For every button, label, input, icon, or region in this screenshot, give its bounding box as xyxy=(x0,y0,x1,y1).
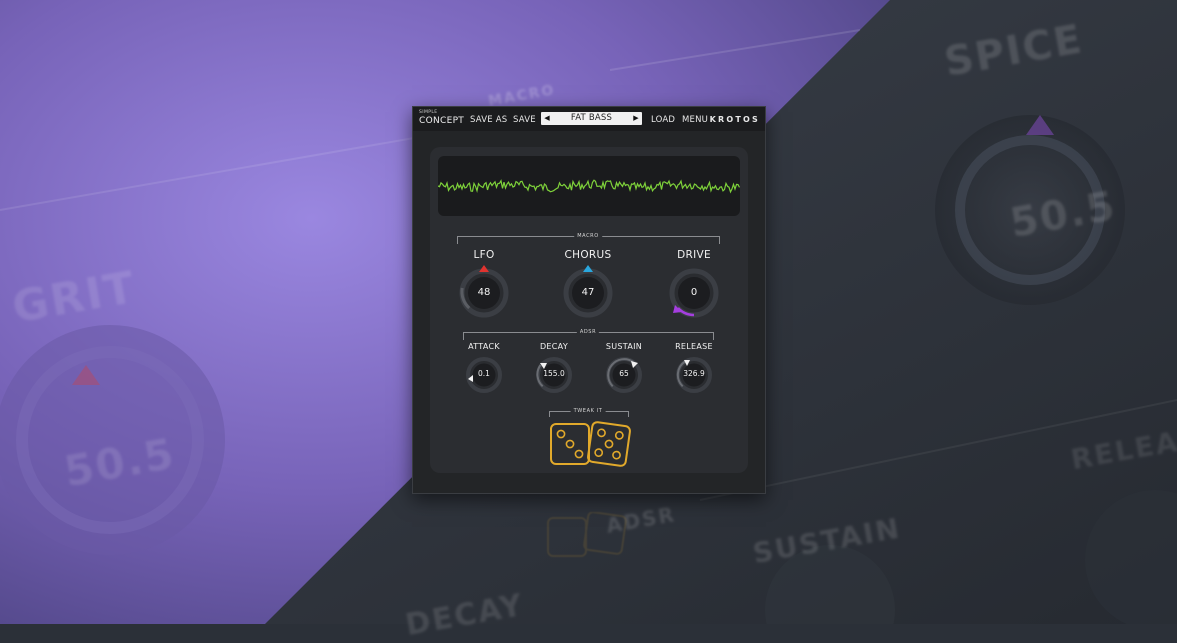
logo-big-text: CONCEPT xyxy=(419,115,465,126)
lfo-label: LFO xyxy=(473,249,495,261)
dice-icon[interactable] xyxy=(548,420,632,470)
release-knob[interactable]: 326.9 xyxy=(676,357,712,393)
save-as-button[interactable]: SAVE AS xyxy=(470,115,507,125)
drive-knob[interactable]: 0 xyxy=(669,268,719,318)
preset-name[interactable]: FAT BASS xyxy=(553,112,630,125)
dice-reflection xyxy=(547,512,627,557)
chorus-value: 47 xyxy=(581,287,595,298)
menu-button[interactable]: MENU xyxy=(682,115,708,125)
adsr-section-label: ADSR xyxy=(576,329,600,335)
preset-next-arrow-icon[interactable]: ▶ xyxy=(630,112,642,125)
sustain-label: SUSTAIN xyxy=(605,342,643,351)
plugin-topbar: SIMPLE CONCEPT SAVE AS SAVE ◀ FAT BASS ▶… xyxy=(413,107,765,131)
sustain-value: 65 xyxy=(619,369,629,378)
decay-label: DECAY xyxy=(539,342,569,351)
krotos-logo: KROTOS xyxy=(709,115,760,124)
save-button[interactable]: SAVE xyxy=(513,115,536,125)
plugin-window: SIMPLE CONCEPT SAVE AS SAVE ◀ FAT BASS ▶… xyxy=(412,106,766,494)
lfo-knob[interactable]: 48 xyxy=(459,265,509,318)
tweak-section-label: TWEAK IT xyxy=(570,408,606,414)
logo-small-text: SIMPLE xyxy=(419,110,438,115)
sustain-knob[interactable]: 65 xyxy=(606,357,642,393)
release-value: 326.9 xyxy=(683,369,705,378)
attack-knob[interactable]: 0.1 xyxy=(466,357,502,393)
attack-label: ATTACK xyxy=(468,342,500,351)
waveform-display xyxy=(438,156,740,216)
attack-value: 0.1 xyxy=(478,369,490,378)
decay-knob[interactable]: 155.0 xyxy=(536,357,572,393)
chorus-knob[interactable]: 47 xyxy=(563,265,613,318)
waveform-icon xyxy=(438,179,740,194)
preset-selector[interactable]: ◀ FAT BASS ▶ xyxy=(541,112,642,125)
drive-label: DRIVE xyxy=(677,249,711,261)
macro-section-label: MACRO xyxy=(574,233,602,239)
chorus-label: CHORUS xyxy=(564,249,612,261)
release-label: RELEASE xyxy=(675,342,713,351)
simple-concept-logo: SIMPLE CONCEPT xyxy=(419,110,465,126)
lfo-value: 48 xyxy=(477,287,491,298)
load-button[interactable]: LOAD xyxy=(651,115,675,125)
main-panel: MACRO LFO CHORUS DRIVE 48 47 0 ADSR ATTA… xyxy=(430,147,748,473)
drive-value: 0 xyxy=(690,287,698,298)
decay-value: 155.0 xyxy=(543,369,565,378)
preset-prev-arrow-icon[interactable]: ◀ xyxy=(541,112,553,125)
